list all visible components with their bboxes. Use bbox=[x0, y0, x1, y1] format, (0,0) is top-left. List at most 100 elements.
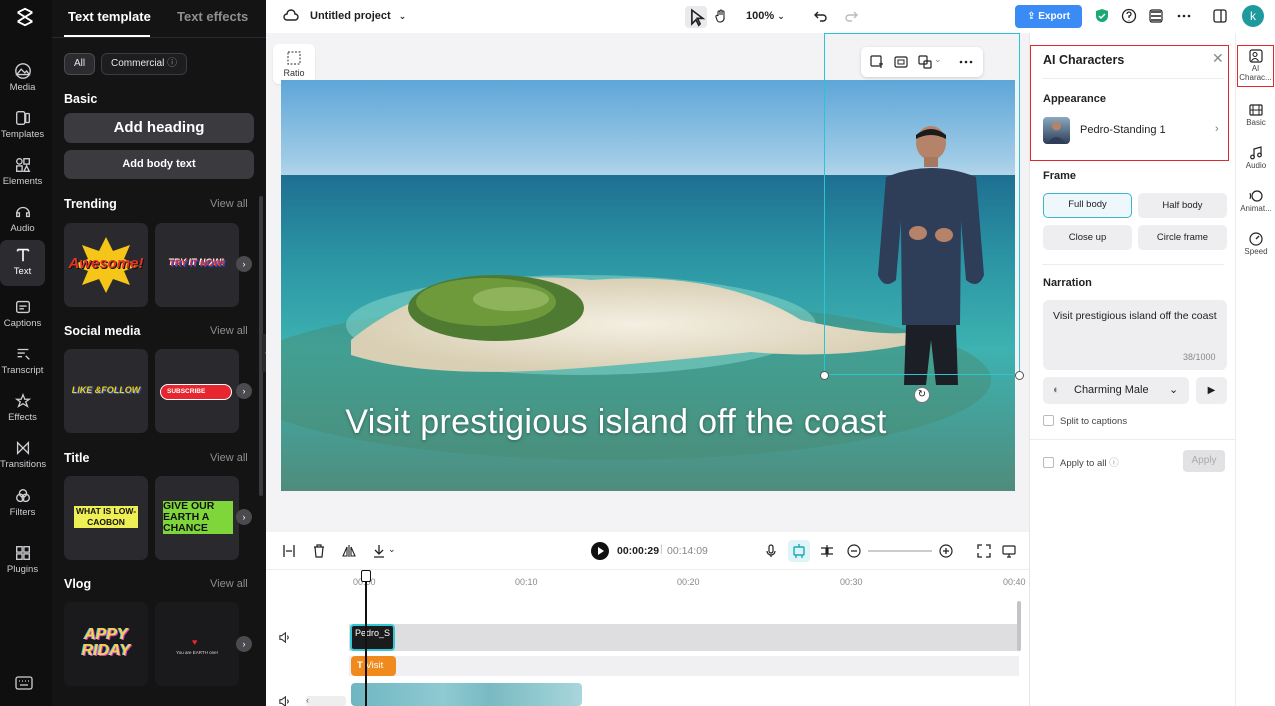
chevron-right-icon[interactable]: › bbox=[236, 509, 252, 525]
rail-item-ai-characters[interactable]: AI Charac... bbox=[1237, 45, 1274, 87]
download-icon[interactable] bbox=[372, 544, 386, 558]
replace-icon[interactable] bbox=[918, 55, 932, 69]
frame-full-body-button[interactable]: Full body bbox=[1043, 193, 1132, 218]
rail-item-transitions[interactable]: Transitions bbox=[0, 433, 46, 479]
chevron-right-icon[interactable]: › bbox=[236, 383, 252, 399]
chevron-right-icon[interactable]: › bbox=[236, 636, 252, 652]
apply-to-all-checkbox[interactable]: Apply to all ⓘ bbox=[1043, 455, 1119, 469]
rail-item-audio[interactable]: Audio bbox=[0, 197, 45, 243]
tab-text-effects[interactable]: Text effects bbox=[177, 9, 248, 24]
template-card[interactable]: ♥ You are EARTH one! bbox=[155, 602, 239, 686]
rail-item-captions[interactable]: Captions bbox=[0, 292, 45, 338]
split-icon[interactable] bbox=[282, 544, 296, 558]
mirror-icon[interactable] bbox=[342, 544, 356, 558]
delete-icon[interactable] bbox=[312, 544, 326, 558]
template-card[interactable]: GIVE OUR EARTH A CHANCE bbox=[155, 476, 239, 560]
text-clip[interactable]: T Visit bbox=[351, 656, 396, 676]
project-name[interactable]: Untitled project ⌄ bbox=[310, 10, 406, 22]
user-avatar[interactable]: k bbox=[1242, 5, 1264, 27]
view-all-link[interactable]: View all bbox=[210, 578, 248, 590]
avatar-clip[interactable]: Pedro_S bbox=[350, 624, 395, 651]
video-caption[interactable]: Visit prestigious island off the coast bbox=[281, 403, 951, 442]
frame-close-up-button[interactable]: Close up bbox=[1043, 225, 1132, 250]
chevron-down-icon[interactable]: ⌄ bbox=[934, 54, 942, 65]
rail-item-elements[interactable]: Elements bbox=[0, 150, 45, 196]
filter-chip-all[interactable]: All bbox=[64, 53, 96, 75]
rail-item-animation[interactable]: Animat... bbox=[1236, 186, 1275, 228]
filter-chip-commercial[interactable]: Commercial ⓘ bbox=[101, 53, 188, 75]
rail-item-transcript[interactable]: Transcript bbox=[0, 339, 45, 385]
preview-screen-icon[interactable] bbox=[1002, 544, 1016, 558]
timeline-scrollbar[interactable] bbox=[1017, 601, 1021, 651]
rail-item-basic[interactable]: Basic bbox=[1236, 100, 1275, 142]
add-heading-button[interactable]: Add heading bbox=[64, 113, 254, 143]
split-audio-icon[interactable] bbox=[820, 544, 834, 558]
fit-timeline-icon[interactable] bbox=[977, 544, 991, 558]
zoom-level[interactable]: 100% ⌄ bbox=[746, 10, 785, 22]
voice-preview-play-button[interactable]: ▶ bbox=[1196, 377, 1227, 404]
character-selection-box[interactable] bbox=[824, 33, 1020, 375]
auto-snap-toggle[interactable] bbox=[788, 540, 810, 562]
speaker-icon[interactable] bbox=[278, 695, 291, 706]
video-clip[interactable] bbox=[351, 683, 582, 706]
rail-item-audio[interactable]: Audio bbox=[1236, 143, 1275, 185]
undo-icon[interactable] bbox=[813, 8, 829, 24]
rail-item-plugins[interactable]: Plugins bbox=[0, 538, 45, 584]
add-body-text-button[interactable]: Add body text bbox=[64, 150, 254, 179]
rail-item-speed[interactable]: Speed bbox=[1236, 229, 1275, 271]
keyboard-shortcuts-icon[interactable] bbox=[15, 676, 33, 690]
voice-select[interactable]: ◐ Charming Male ⌄ bbox=[1043, 377, 1189, 404]
template-card[interactable]: APPY RIDAY bbox=[64, 602, 148, 686]
microphone-icon[interactable] bbox=[764, 544, 778, 558]
checkbox[interactable] bbox=[1043, 415, 1054, 426]
cloud-icon[interactable] bbox=[283, 8, 299, 24]
export-button[interactable]: ⇪ Export bbox=[1015, 5, 1082, 28]
rail-item-text[interactable]: Text bbox=[0, 240, 45, 286]
play-button[interactable] bbox=[591, 542, 609, 560]
template-card[interactable]: LIKE &FOLLOW bbox=[64, 349, 148, 433]
playhead-handle[interactable] bbox=[361, 570, 371, 582]
more-horizontal-icon[interactable] bbox=[1176, 8, 1192, 24]
frame-circle-button[interactable]: Circle frame bbox=[1138, 225, 1227, 250]
rail-item-templates[interactable]: Templates bbox=[0, 103, 45, 149]
rail-item-media[interactable]: Media bbox=[0, 56, 45, 102]
hand-tool-icon[interactable] bbox=[713, 8, 729, 24]
rail-item-filters[interactable]: Filters bbox=[0, 481, 45, 527]
more-horizontal-icon[interactable] bbox=[959, 55, 973, 69]
playhead[interactable] bbox=[365, 570, 367, 706]
frame-half-body-button[interactable]: Half body bbox=[1138, 193, 1227, 218]
capcut-logo[interactable] bbox=[12, 4, 38, 30]
frame-icon[interactable] bbox=[894, 55, 908, 69]
help-icon[interactable] bbox=[1121, 8, 1137, 24]
template-card[interactable]: WHAT IS LOW-CAOBON bbox=[64, 476, 148, 560]
layers-icon[interactable] bbox=[1148, 8, 1164, 24]
ratio-button[interactable]: Ratio bbox=[273, 44, 315, 84]
character-selector[interactable]: Pedro-Standing 1 › bbox=[1043, 117, 1223, 145]
view-all-link[interactable]: View all bbox=[210, 325, 248, 337]
redo-icon[interactable] bbox=[843, 8, 859, 24]
chevron-right-icon[interactable]: › bbox=[236, 256, 252, 272]
view-all-link[interactable]: View all bbox=[210, 198, 248, 210]
checkbox[interactable] bbox=[1043, 457, 1054, 468]
split-captions-checkbox[interactable]: Split to captions bbox=[1043, 415, 1127, 427]
template-card[interactable]: Awesome! bbox=[64, 223, 148, 307]
close-icon[interactable]: ✕ bbox=[1212, 50, 1224, 67]
rotate-icon[interactable]: ↻ bbox=[914, 387, 930, 403]
chevron-left-icon[interactable]: ‹ bbox=[306, 695, 309, 705]
chevron-down-icon[interactable]: ⌄ bbox=[388, 544, 396, 555]
rail-item-effects[interactable]: Effects bbox=[0, 386, 45, 432]
shield-check-icon[interactable] bbox=[1094, 8, 1110, 24]
template-card[interactable]: TRY IT NOW! bbox=[155, 223, 239, 307]
zoom-slider[interactable] bbox=[868, 550, 932, 552]
layout-panel-icon[interactable] bbox=[1212, 8, 1228, 24]
resize-handle[interactable] bbox=[1015, 371, 1024, 380]
crop-add-icon[interactable] bbox=[870, 55, 884, 69]
zoom-out-icon[interactable] bbox=[847, 544, 861, 558]
select-tool-button[interactable] bbox=[685, 6, 707, 28]
view-all-link[interactable]: View all bbox=[210, 452, 248, 464]
zoom-in-icon[interactable] bbox=[939, 544, 953, 558]
tab-text-template[interactable]: Text template bbox=[68, 9, 151, 24]
template-card[interactable]: SUBSCRIBE bbox=[155, 349, 239, 433]
resize-handle[interactable] bbox=[820, 371, 829, 380]
apply-button[interactable]: Apply bbox=[1183, 450, 1225, 472]
